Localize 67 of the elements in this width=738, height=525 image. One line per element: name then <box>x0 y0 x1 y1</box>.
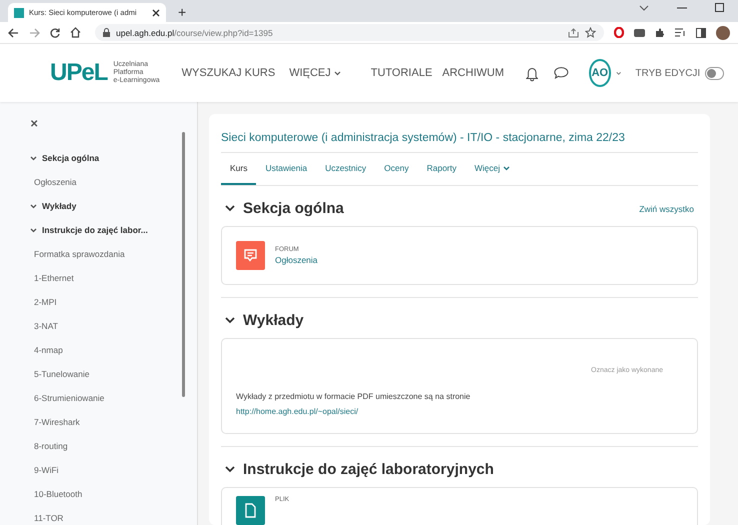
close-icon[interactable] <box>152 8 160 16</box>
close-button[interactable]: ✕ <box>30 119 38 130</box>
reading-list-icon[interactable] <box>675 28 686 37</box>
course-tab[interactable]: Oceny <box>375 153 418 185</box>
edit-mode-label: TRYB EDYCJI <box>635 68 700 78</box>
profile-avatar[interactable] <box>716 26 730 40</box>
lock-icon <box>103 28 110 37</box>
caret-icon[interactable] <box>616 70 622 76</box>
course-tab[interactable]: Ustawienia <box>256 153 316 185</box>
puzzle-icon[interactable] <box>655 28 665 38</box>
activity-link[interactable]: Ogłoszenia <box>275 255 318 265</box>
nav-link[interactable]: WIĘCEJ <box>289 67 341 79</box>
course-tab[interactable]: Raporty <box>418 153 466 185</box>
nav-link[interactable]: ARCHIWUM <box>442 67 504 79</box>
course-title: Sieci komputerowe (i administracja systemów) - IT/IO - stacjonarne, zima 22/23 <box>221 128 698 153</box>
course-tab[interactable]: Kurs <box>221 153 256 185</box>
activity-link[interactable]: 9-WiFi <box>30 458 197 482</box>
activity-link[interactable]: Formatka sprawozdania <box>30 242 197 266</box>
activity-link[interactable]: 7-Wireshark <box>30 410 197 434</box>
chevron-down-icon <box>30 204 37 208</box>
minimize-icon[interactable] <box>677 6 687 8</box>
activity-link[interactable]: 10-Bluetooth <box>30 482 197 506</box>
activity-link[interactable]: 6-Strumieniowanie <box>30 386 197 410</box>
star-icon[interactable] <box>585 27 596 38</box>
chevron-down-icon[interactable] <box>639 4 649 10</box>
section-link[interactable]: Wykłady <box>30 194 197 218</box>
activity-link[interactable]: 1-Ethernet <box>30 266 197 290</box>
address-bar[interactable]: upel.agh.edu.pl/course/view.php?id=1395 <box>95 24 604 41</box>
nav-link[interactable]: WYSZUKAJ KURS <box>182 67 276 79</box>
section-title: Instrukcje do zajęć laboratoryjnych <box>243 461 494 478</box>
chevron-down-icon <box>30 228 37 232</box>
lectures-link[interactable]: http://home.agh.edu.pl/~opal/sieci/ <box>236 407 358 416</box>
section-link[interactable]: Sekcja ogólna <box>30 146 197 170</box>
activity-link[interactable]: 2-MPI <box>30 290 197 314</box>
new-tab-button[interactable]: + <box>178 4 186 20</box>
activity-link[interactable]: 4-nmap <box>30 338 197 362</box>
extension-icon[interactable] <box>634 28 645 38</box>
activity-link[interactable]: 3-NAT <box>30 314 197 338</box>
scrollbar[interactable] <box>182 132 185 397</box>
site-favicon-icon <box>14 8 24 18</box>
activity-link[interactable]: 8-routing <box>30 434 197 458</box>
home-icon[interactable] <box>70 27 81 38</box>
back-icon[interactable] <box>8 28 19 38</box>
extension-ring-icon[interactable] <box>614 27 624 38</box>
label-text: Wykłady z przedmiotu w formacie PDF umieszczone są na stronie <box>236 392 472 401</box>
forum-icon <box>236 241 265 270</box>
course-tab[interactable]: Uczestnicy <box>316 153 376 185</box>
side-panel-icon[interactable] <box>696 28 706 38</box>
edit-mode-toggle[interactable] <box>705 66 724 80</box>
chevron-down-icon <box>30 156 37 160</box>
nav-link[interactable]: TUTORIALE <box>370 67 432 79</box>
user-avatar[interactable]: AO <box>588 59 612 87</box>
activity-link[interactable]: 5-Tunelowanie <box>30 362 197 386</box>
chat-bubble-icon[interactable] <box>554 65 569 81</box>
activity-link[interactable]: Ogłoszenia <box>30 170 197 194</box>
share-icon[interactable] <box>568 28 579 38</box>
collapse-chevron-icon[interactable] <box>225 205 235 212</box>
section-title: Wykłady <box>243 312 304 329</box>
collapse-all-link[interactable]: Zwiń wszystko <box>639 204 698 214</box>
maximize-icon[interactable] <box>715 3 724 12</box>
section-title: Sekcja ogólna <box>243 200 344 217</box>
collapse-chevron-icon[interactable] <box>225 466 235 473</box>
section-link[interactable]: Instrukcje do zajęć labor... <box>30 218 197 242</box>
reload-icon[interactable] <box>50 28 60 38</box>
collapse-chevron-icon[interactable] <box>225 317 235 324</box>
course-tab[interactable]: Więcej <box>466 153 520 185</box>
activity-link[interactable]: 11-TOR <box>30 506 197 525</box>
